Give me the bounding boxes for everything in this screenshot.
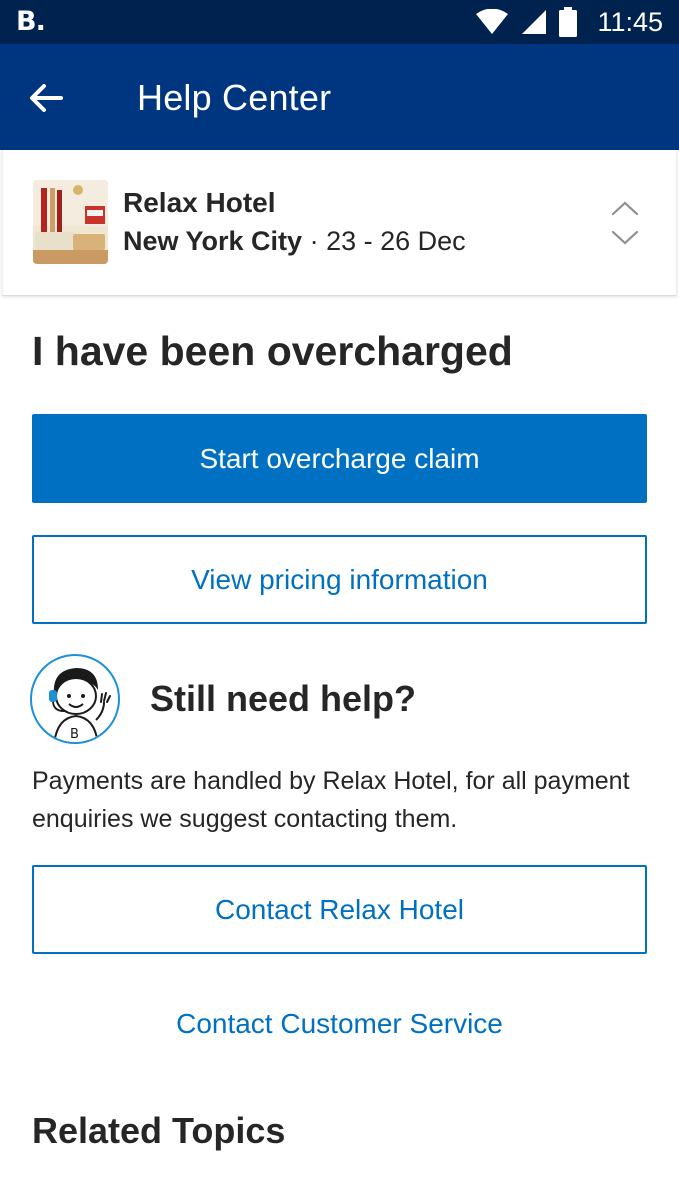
svg-text:B: B (70, 727, 79, 742)
status-time: 11:45 (597, 6, 663, 37)
arrow-left-icon (30, 84, 63, 112)
chevron-up-down-icon[interactable] (610, 198, 640, 248)
support-agent-avatar: B (30, 654, 120, 744)
signal-icon (522, 10, 547, 34)
status-icons: 11:45 (475, 0, 663, 44)
app-bar: Help Center (0, 44, 679, 150)
details-separator: · (302, 226, 327, 256)
view-pricing-button[interactable]: View pricing information (32, 535, 647, 624)
related-topics-heading: Related Topics (32, 1110, 286, 1151)
booking-card[interactable]: Relax Hotel New York City · 23 - 26 Dec (2, 150, 677, 296)
hotel-city: New York City (123, 226, 303, 256)
hotel-name: Relax Hotel (123, 187, 276, 218)
back-button[interactable] (22, 74, 70, 122)
booking-logo: B. (16, 6, 46, 37)
contact-hotel-button[interactable]: Contact Relax Hotel (32, 865, 647, 954)
contact-customer-service-link[interactable]: Contact Customer Service (0, 1008, 679, 1040)
support-agent-illustration: B (49, 668, 111, 742)
booking-details: New York City · 23 - 26 Dec (123, 226, 466, 257)
hotel-room-image (33, 180, 108, 264)
battery-icon (559, 7, 578, 37)
hotel-thumbnail (33, 180, 108, 264)
app-title: Help Center (137, 77, 332, 118)
status-bar: B. 11:45 (0, 0, 679, 44)
page-title: I have been overcharged (32, 328, 513, 374)
start-overcharge-claim-button[interactable]: Start overcharge claim (32, 414, 647, 503)
wifi-icon (476, 9, 509, 34)
booking-dates: 23 - 26 Dec (326, 226, 466, 256)
still-need-help-heading: Still need help? (150, 678, 417, 719)
payment-info-text: Payments are handled by Relax Hotel, for… (32, 767, 630, 833)
